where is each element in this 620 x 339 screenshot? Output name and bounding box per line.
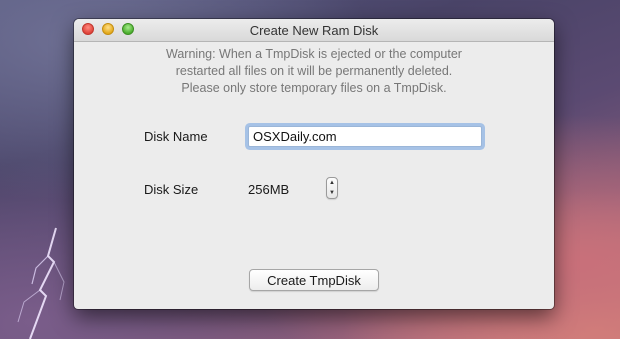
disk-size-stepper[interactable]: ▲ ▼: [326, 177, 338, 199]
warning-line-2: restarted all files on it will be perman…: [175, 64, 453, 78]
warning-line-3: Please only store temporary files on a T…: [181, 81, 447, 95]
create-tmpdisk-button[interactable]: Create TmpDisk: [249, 269, 379, 291]
disk-size-value: 256MB: [248, 182, 290, 197]
triangle-up-icon[interactable]: ▲: [327, 178, 337, 188]
disk-name-input[interactable]: [248, 126, 482, 147]
window-title: Create New Ram Disk: [249, 23, 379, 38]
title-bar[interactable]: Create New Ram Disk: [74, 19, 554, 42]
warning-message: Warning: When a TmpDisk is ejected or th…: [94, 46, 534, 97]
create-ram-disk-window: Create New Ram Disk Warning: When a TmpD…: [74, 19, 554, 309]
triangle-down-icon[interactable]: ▼: [327, 188, 337, 198]
disk-size-label: Disk Size: [144, 182, 199, 197]
disk-name-label: Disk Name: [144, 129, 208, 144]
warning-line-1: Warning: When a TmpDisk is ejected or th…: [166, 47, 462, 61]
